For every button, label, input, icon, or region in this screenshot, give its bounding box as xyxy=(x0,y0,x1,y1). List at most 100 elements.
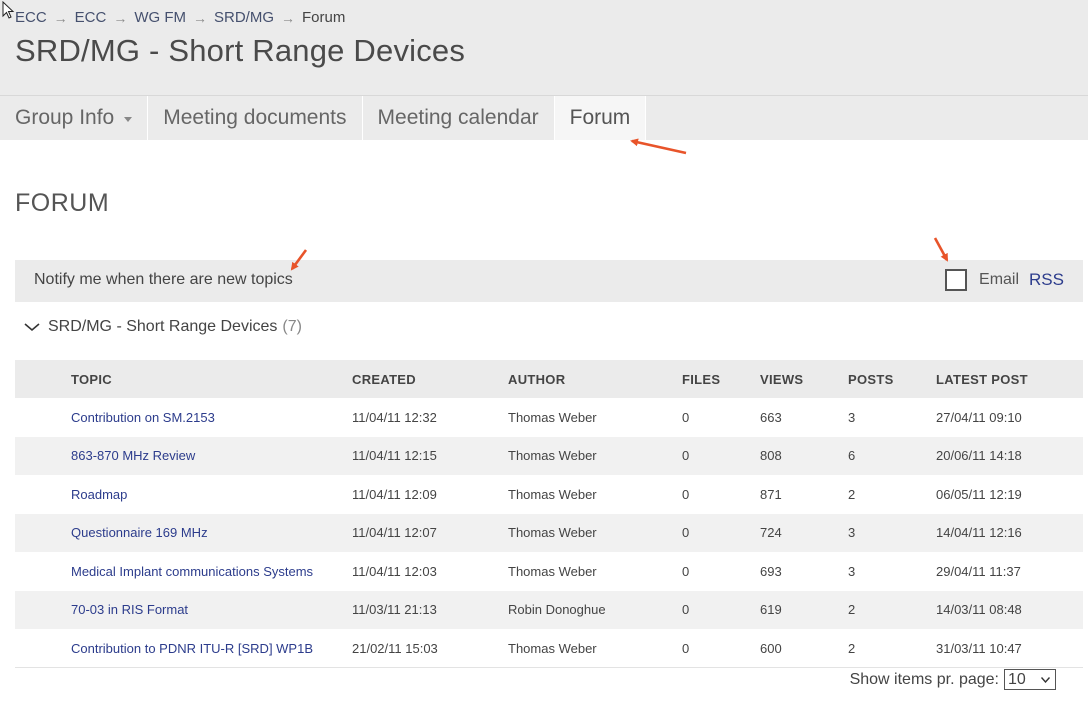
pager: Show items pr. page: 10 xyxy=(850,669,1056,690)
table-header-row: TOPIC CREATED AUTHOR FILES VIEWS POSTS L… xyxy=(15,360,1083,398)
cell-views: 808 xyxy=(760,436,848,475)
tab-label: Forum xyxy=(569,106,631,129)
rss-link[interactable]: RSS xyxy=(1029,270,1064,290)
cell-latest-post: 06/05/11 12:19 xyxy=(936,486,1022,502)
row-spacer xyxy=(15,436,71,475)
notify-text: Notify me when there are new topics xyxy=(34,271,293,288)
arrow-right-icon: → xyxy=(53,9,68,26)
cell-latest-post: 27/04/11 09:10 xyxy=(936,409,1022,425)
forum-group-name: SRD/MG - Short Range Devices xyxy=(48,318,278,335)
notify-controls: Email RSS xyxy=(945,269,1064,291)
forum-topics-table: TOPIC CREATED AUTHOR FILES VIEWS POSTS L… xyxy=(15,360,1083,668)
cell-views: 724 xyxy=(760,513,848,552)
annotation-arrow-icon xyxy=(630,138,687,155)
breadcrumb: ECC → ECC → WG FM → SRD/MG → Forum xyxy=(15,9,345,26)
annotation-arrow-icon xyxy=(933,237,949,262)
row-spacer xyxy=(15,629,71,668)
table-row: Questionnaire 169 MHz 11/04/11 12:07 Tho… xyxy=(15,513,1083,552)
forum-group-toggle[interactable]: SRD/MG - Short Range Devices (7) xyxy=(24,317,302,337)
table-row: Contribution on SM.2153 11/04/11 12:32 T… xyxy=(15,398,1083,437)
cell-posts: 2 xyxy=(848,486,856,502)
cell-author: Thomas Weber xyxy=(508,436,682,475)
cell-posts: 3 xyxy=(848,513,936,552)
cell-latest-post: 20/06/11 14:18 xyxy=(936,436,1083,475)
tab-group-info[interactable]: Group Info xyxy=(0,96,149,140)
topic-link[interactable]: 863-870 MHz Review xyxy=(71,436,352,475)
header-topic[interactable]: TOPIC xyxy=(71,360,352,398)
chevron-down-icon xyxy=(24,323,40,332)
table-row: 70-03 in RIS Format 11/03/11 21:13 Robin… xyxy=(15,590,1083,629)
items-per-page-select[interactable]: 10 xyxy=(1004,669,1056,690)
header-created[interactable]: CREATED xyxy=(352,360,508,398)
header-spacer xyxy=(15,360,71,398)
cell-views: 619 xyxy=(760,590,848,629)
topic-link[interactable]: Questionnaire 169 MHz xyxy=(71,513,352,552)
tab-bar: Group Info Meeting documents Meeting cal… xyxy=(0,95,1088,140)
cell-latest-post: 14/04/11 12:16 xyxy=(936,513,1083,552)
tab-label: Group Info xyxy=(15,106,115,129)
topic-link[interactable]: Contribution to PDNR ITU-R [SRD] WP1B xyxy=(71,629,352,668)
cell-author: Thomas Weber xyxy=(508,409,597,425)
breadcrumb-link-ecc-2[interactable]: ECC xyxy=(75,9,107,26)
tab-label: Meeting documents xyxy=(163,106,347,129)
cell-created: 11/04/11 12:03 xyxy=(352,563,437,579)
caret-down-icon xyxy=(124,116,133,122)
mouse-cursor-icon xyxy=(2,1,15,19)
pager-label: Show items pr. page: xyxy=(849,670,999,688)
cell-posts: 6 xyxy=(848,436,936,475)
cell-author: Thomas Weber xyxy=(508,513,682,552)
cell-author: Thomas Weber xyxy=(508,486,597,502)
cell-created: 11/04/11 12:32 xyxy=(352,409,437,425)
cell-latest-post: 14/03/11 08:48 xyxy=(936,590,1083,629)
topic-link[interactable]: Contribution on SM.2153 xyxy=(71,398,352,437)
email-notify-checkbox[interactable] xyxy=(945,269,968,291)
breadcrumb-current: Forum xyxy=(302,9,346,26)
cell-views: 871 xyxy=(760,486,782,502)
header-author[interactable]: AUTHOR xyxy=(508,360,682,398)
cell-author: Thomas Weber xyxy=(508,629,682,668)
cell-created: 11/04/11 12:15 xyxy=(352,436,508,475)
cell-posts: 2 xyxy=(848,590,936,629)
cell-created: 11/04/11 12:07 xyxy=(352,513,508,552)
cell-files: 0 xyxy=(682,513,760,552)
items-per-page-value: 10 xyxy=(1008,670,1026,688)
tab-meeting-documents[interactable]: Meeting documents xyxy=(148,96,363,140)
cell-views: 600 xyxy=(760,629,848,668)
cell-created: 11/04/11 12:09 xyxy=(352,486,437,502)
topic-link[interactable]: 70-03 in RIS Format xyxy=(71,590,352,629)
breadcrumb-link-ecc[interactable]: ECC xyxy=(15,9,47,26)
cell-files: 0 xyxy=(682,436,760,475)
cell-views: 663 xyxy=(760,409,782,425)
table-row: 863-870 MHz Review 11/04/11 12:15 Thomas… xyxy=(15,436,1083,475)
header-files[interactable]: FILES xyxy=(682,360,760,398)
topic-link[interactable]: Medical Implant communications Systems xyxy=(71,552,352,591)
cell-files: 0 xyxy=(682,563,690,579)
cell-posts: 2 xyxy=(848,629,936,668)
header-latest-post[interactable]: LATEST POST xyxy=(936,360,1083,398)
arrow-right-icon: → xyxy=(281,9,295,26)
row-spacer xyxy=(15,552,71,591)
cell-files: 0 xyxy=(682,629,760,668)
breadcrumb-link-srd-mg[interactable]: SRD/MG xyxy=(214,9,274,26)
table-row: Roadmap 11/04/11 12:09 Thomas Weber 0 87… xyxy=(15,475,1083,514)
page-header: ECC → ECC → WG FM → SRD/MG → Forum SRD/M… xyxy=(0,0,1088,95)
cell-views: 693 xyxy=(760,563,782,579)
arrow-right-icon: → xyxy=(113,9,128,26)
email-label: Email xyxy=(979,271,1020,288)
forum-group-count: (7) xyxy=(282,318,302,335)
breadcrumb-link-wg-fm[interactable]: WG FM xyxy=(134,9,186,26)
cell-author: Robin Donoghue xyxy=(508,590,682,629)
tab-label: Meeting calendar xyxy=(377,106,539,129)
tab-meeting-calendar[interactable]: Meeting calendar xyxy=(363,96,555,140)
topic-link[interactable]: Roadmap xyxy=(71,475,352,514)
row-spacer xyxy=(15,513,71,552)
notify-bar: Notify me when there are new topics Emai… xyxy=(15,260,1083,302)
section-title: FORUM xyxy=(15,189,110,217)
header-views[interactable]: VIEWS xyxy=(760,360,848,398)
cell-latest-post: 31/03/11 10:47 xyxy=(936,629,1083,668)
header-posts[interactable]: POSTS xyxy=(848,360,936,398)
cell-author: Thomas Weber xyxy=(508,563,597,579)
cell-files: 0 xyxy=(682,590,760,629)
tab-forum[interactable]: Forum xyxy=(554,96,647,140)
arrow-right-icon: → xyxy=(193,9,207,26)
